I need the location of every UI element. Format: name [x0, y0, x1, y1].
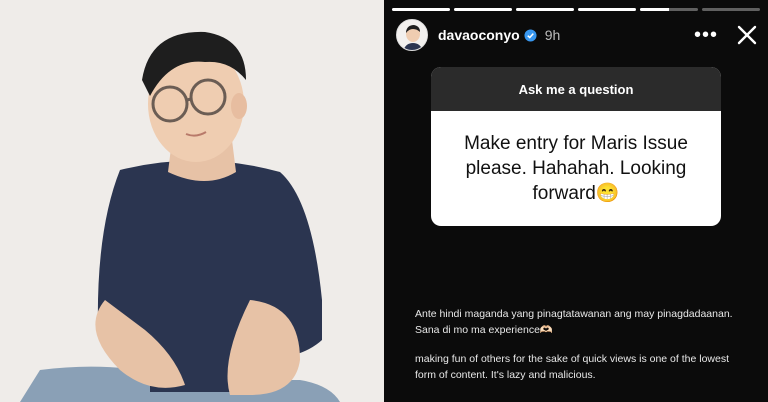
story-progress-bar: [392, 8, 760, 11]
story-progress-segment: [640, 8, 698, 11]
portrait-illustration: [0, 0, 384, 402]
story-progress-segment: [392, 8, 450, 11]
story-progress-fill: [640, 8, 669, 11]
story-progress-fill: [578, 8, 636, 11]
question-sticker-text: Make entry for Maris Issue please. Hahah…: [464, 133, 688, 204]
post-time: 9h: [544, 27, 561, 43]
close-icon[interactable]: [736, 24, 758, 46]
question-sticker[interactable]: Ask me a question Make entry for Maris I…: [431, 67, 721, 226]
question-sticker-header: Ask me a question: [431, 67, 721, 111]
verified-badge-icon: [524, 28, 537, 42]
username[interactable]: davaoconyo: [438, 27, 520, 43]
story-viewer: davaoconyo 9h ••• Ask me a question Make…: [384, 0, 768, 402]
story-progress-fill: [516, 8, 574, 11]
avatar[interactable]: [396, 19, 428, 51]
portrait-photo: [0, 0, 384, 402]
story-caption-1: Ante hindi maganda yang pinagtatawanan a…: [415, 308, 733, 336]
story-progress-fill: [454, 8, 512, 11]
story-progress-segment: [454, 8, 512, 11]
story-progress-segment: [702, 8, 760, 11]
story-progress-segment: [516, 8, 574, 11]
story-header: davaoconyo 9h •••: [396, 18, 758, 52]
story-caption-2: making fun of others for the sake of qui…: [415, 353, 729, 381]
story-progress-segment: [578, 8, 636, 11]
more-options-icon[interactable]: •••: [694, 25, 718, 45]
story-progress-fill: [392, 8, 450, 11]
